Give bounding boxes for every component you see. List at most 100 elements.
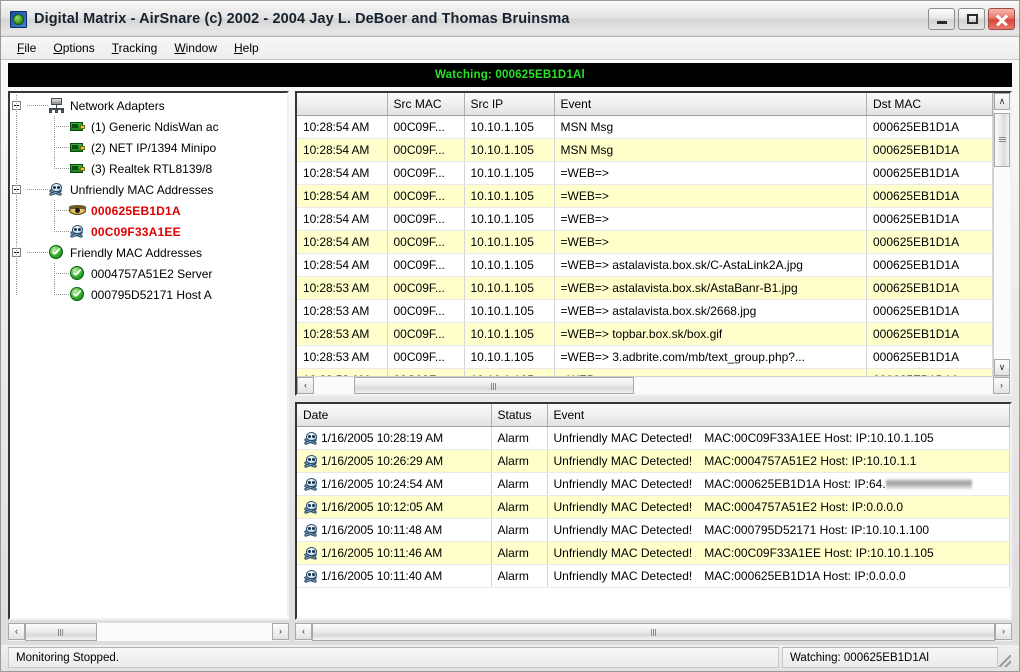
menu-item-options[interactable]: Options	[45, 39, 103, 57]
traffic-row[interactable]: 10:28:54 AM00C09F...10.10.1.105MSN Msg00…	[297, 139, 993, 162]
traffic-col-header-0[interactable]	[297, 93, 387, 116]
alarm-detail-text: MAC:000625EB1D1A Host: IP:0.0.0.0	[704, 569, 905, 583]
traffic-row[interactable]: 10:28:53 AM00C09F...10.10.1.105=WEB=> as…	[297, 277, 993, 300]
alarm-cell-date: 1/16/2005 10:11:48 AM	[297, 519, 491, 542]
device-tree-panel[interactable]: Network Adapters (1) Generic NdisWan ac(2…	[8, 91, 289, 620]
traffic-cell-src-mac: 00C09F...	[387, 162, 464, 185]
traffic-row[interactable]: 10:28:54 AM00C09F...10.10.1.105=WEB=> as…	[297, 254, 993, 277]
traffic-grid-panel[interactable]: Src MACSrc IPEventDst MAC 10:28:54 AM00C…	[295, 91, 1012, 396]
minimize-button[interactable]	[928, 8, 955, 30]
traffic-col-header-2[interactable]: Src IP	[464, 93, 554, 116]
scroll-down-button[interactable]: ∨	[994, 359, 1010, 376]
traffic-col-header-1[interactable]: Src MAC	[387, 93, 464, 116]
alarm-cell-date: 1/16/2005 10:12:05 AM	[297, 496, 491, 519]
traffic-grid-horizontal-scrollbar[interactable]: ‹ ›	[297, 376, 1010, 394]
tree-scroll-right-button[interactable]: ›	[272, 623, 289, 640]
device-tree[interactable]: Network Adapters (1) Generic NdisWan ac(2…	[10, 93, 287, 618]
tree-indent	[27, 263, 48, 284]
menu-item-window[interactable]: Window	[166, 39, 226, 57]
maximize-button[interactable]	[958, 8, 985, 30]
traffic-cell-event: MSN Msg	[554, 139, 867, 162]
menu-item-file[interactable]: File	[9, 39, 45, 57]
tree-node-label: 0004757A51E2 Server	[91, 267, 212, 281]
scroll-right-button[interactable]: ›	[993, 377, 1010, 394]
tree-node-4[interactable]: Unfriendly MAC Addresses	[10, 179, 287, 200]
scroll-up-button[interactable]: ∧	[994, 93, 1010, 110]
app-globe-monitor-icon	[9, 10, 27, 28]
alarm-horizontal-scroll-track[interactable]	[312, 623, 995, 641]
traffic-grid-header-row[interactable]: Src MACSrc IPEventDst MAC	[297, 93, 993, 116]
tree-node-5[interactable]: 000625EB1D1A	[10, 200, 287, 221]
alarm-col-header-1[interactable]: Status	[491, 404, 547, 427]
traffic-row[interactable]: 10:28:53 AM00C09F...10.10.1.105=WEB=> as…	[297, 300, 993, 323]
traffic-cell-time: 10:28:53 AM	[297, 277, 387, 300]
scroll-left-button[interactable]: ‹	[297, 377, 314, 394]
alarm-grid-table[interactable]: DateStatusEvent 1/16/2005 10:28:19 AMAla…	[297, 404, 1010, 588]
alarm-row[interactable]: 1/16/2005 10:12:05 AMAlarmUnfriendly MAC…	[297, 496, 1010, 519]
tree-node-0[interactable]: Network Adapters	[10, 95, 287, 116]
traffic-cell-event: =WEB=> astalavista.box.sk/AstaBanr-B1.jp…	[554, 277, 867, 300]
tree-node-label: Network Adapters	[70, 99, 165, 113]
traffic-row[interactable]: 10:28:54 AM00C09F...10.10.1.105MSN Msg00…	[297, 116, 993, 139]
tree-scroll-left-button[interactable]: ‹	[8, 623, 25, 640]
vertical-scroll-track[interactable]	[994, 110, 1010, 359]
alarm-grid-header-row[interactable]: DateStatusEvent	[297, 404, 1010, 427]
tree-node-9[interactable]: 000795D52171 Host A	[10, 284, 287, 305]
status-watching: Watching: 000625EB1D1Al	[782, 647, 998, 668]
menu-item-help[interactable]: Help	[226, 39, 268, 57]
tree-gutter	[10, 221, 27, 242]
traffic-row[interactable]: 10:28:53 AM00C09F...10.10.1.105=WEB=> to…	[297, 323, 993, 346]
alarm-row[interactable]: 1/16/2005 10:11:48 AMAlarmUnfriendly MAC…	[297, 519, 1010, 542]
traffic-row[interactable]: 10:28:54 AM00C09F...10.10.1.105=WEB=>000…	[297, 231, 993, 254]
traffic-cell-dst-mac: 000625EB1D1A	[867, 277, 993, 300]
alarm-row[interactable]: 1/16/2005 10:28:19 AMAlarmUnfriendly MAC…	[297, 427, 1010, 450]
alarm-row[interactable]: 1/16/2005 10:11:46 AMAlarmUnfriendly MAC…	[297, 542, 1010, 565]
resize-grip-icon[interactable]	[998, 647, 1012, 668]
traffic-cell-src-mac: 00C09F...	[387, 346, 464, 369]
vertical-scroll-thumb[interactable]	[994, 113, 1010, 167]
alarm-scroll-right-button[interactable]: ›	[995, 623, 1012, 640]
alarm-col-header-2[interactable]: Event	[547, 404, 1010, 427]
alarm-row[interactable]: 1/16/2005 10:11:40 AMAlarmUnfriendly MAC…	[297, 565, 1010, 588]
traffic-col-header-3[interactable]: Event	[554, 93, 867, 116]
traffic-row[interactable]: 10:28:53 AM00C09F...10.10.1.105=WEB=> 3.…	[297, 346, 993, 369]
menu-item-tracking[interactable]: Tracking	[104, 39, 167, 57]
alarm-row[interactable]: 1/16/2005 10:26:29 AMAlarmUnfriendly MAC…	[297, 450, 1010, 473]
tree-line	[16, 95, 17, 116]
tree-gutter	[10, 95, 27, 116]
traffic-cell-src-ip: 10.10.1.105	[464, 323, 554, 346]
tree-horizontal-scrollbar[interactable]: ‹ ›	[8, 623, 289, 641]
horizontal-scroll-thumb[interactable]	[354, 377, 634, 394]
alarm-event-text: Unfriendly MAC Detected!	[554, 454, 693, 468]
tree-horizontal-scroll-track[interactable]	[25, 623, 272, 641]
alarm-horizontal-scrollbar[interactable]: ‹ ›	[295, 623, 1012, 641]
alarm-col-header-0[interactable]: Date	[297, 404, 491, 427]
tree-node-6[interactable]: 00C09F33A1EE	[10, 221, 287, 242]
tree-node-2[interactable]: (2) NET IP/1394 Minipo	[10, 137, 287, 158]
tree-connector	[48, 116, 69, 137]
horizontal-scroll-track[interactable]	[314, 377, 993, 394]
traffic-row[interactable]: 10:28:54 AM00C09F...10.10.1.105=WEB=>000…	[297, 162, 993, 185]
traffic-row[interactable]: 10:28:54 AM00C09F...10.10.1.105=WEB=>000…	[297, 185, 993, 208]
traffic-grid-vertical-scrollbar[interactable]: ∧ ∨	[993, 93, 1010, 376]
traffic-row[interactable]: 10:28:53 AM00C09F...10.10.1.105=WEB=>000…	[297, 369, 993, 377]
tree-node-3[interactable]: (3) Realtek RTL8139/8	[10, 158, 287, 179]
tree-line	[54, 147, 69, 148]
tree-node-7[interactable]: Friendly MAC Addresses	[10, 242, 287, 263]
tree-line	[54, 273, 69, 274]
network-card-icon	[69, 161, 86, 176]
alarm-scroll-left-button[interactable]: ‹	[295, 623, 312, 640]
skull-icon	[48, 182, 65, 197]
traffic-col-header-4[interactable]: Dst MAC	[867, 93, 993, 116]
tree-node-1[interactable]: (1) Generic NdisWan ac	[10, 116, 287, 137]
close-button[interactable]	[988, 8, 1015, 30]
tree-horizontal-scroll-thumb[interactable]	[25, 623, 97, 641]
traffic-grid-table[interactable]: Src MACSrc IPEventDst MAC 10:28:54 AM00C…	[297, 93, 993, 376]
watching-banner: Watching: 000625EB1D1Al	[8, 63, 1012, 87]
tree-node-8[interactable]: 0004757A51E2 Server	[10, 263, 287, 284]
tree-line	[54, 126, 69, 127]
alarm-horizontal-scroll-thumb[interactable]	[312, 623, 995, 641]
alarm-grid-panel[interactable]: DateStatusEvent 1/16/2005 10:28:19 AMAla…	[295, 402, 1012, 620]
traffic-row[interactable]: 10:28:54 AM00C09F...10.10.1.105=WEB=>000…	[297, 208, 993, 231]
alarm-row[interactable]: 1/16/2005 10:24:54 AMAlarmUnfriendly MAC…	[297, 473, 1010, 496]
